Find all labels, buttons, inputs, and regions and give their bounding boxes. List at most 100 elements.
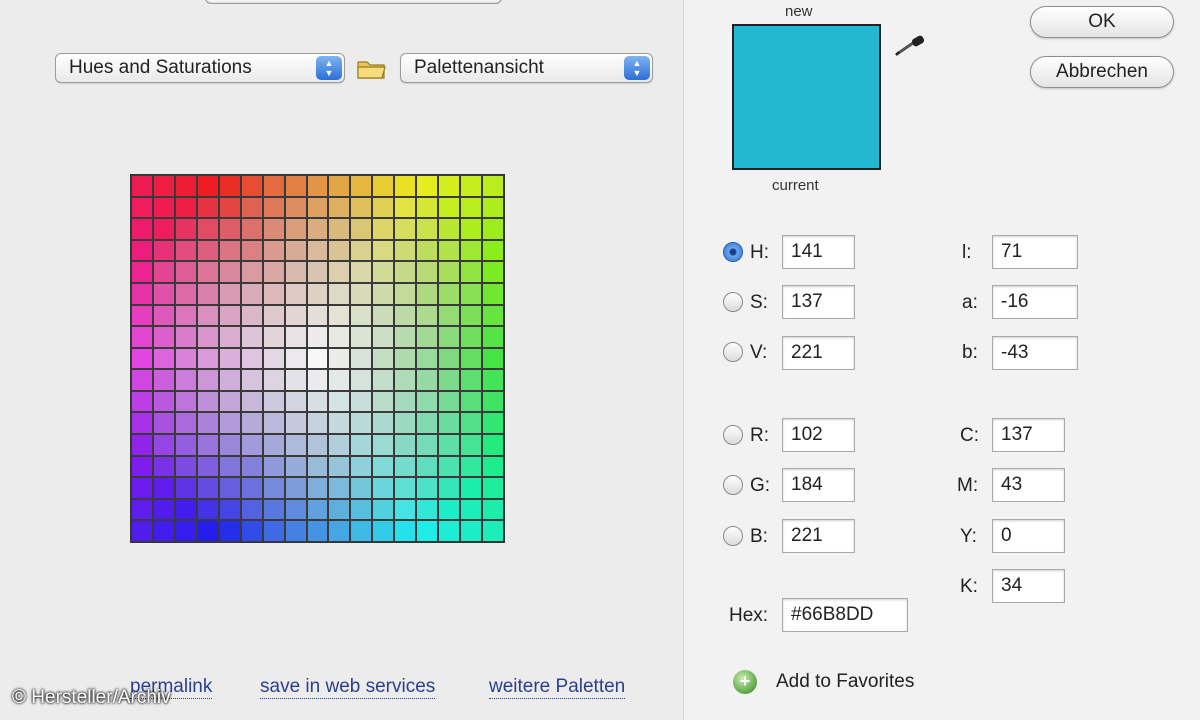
palette-swatch-cell[interactable] [482, 261, 504, 283]
palette-swatch-cell[interactable] [152, 326, 175, 348]
view-mode-popup[interactable]: Palettenansicht ▲ ▼ [400, 53, 653, 83]
top-text-field[interactable] [205, 0, 502, 4]
palette-swatch-cell[interactable] [284, 498, 307, 521]
palette-swatch-cell[interactable] [262, 390, 285, 413]
palette-swatch-cell[interactable] [196, 520, 219, 542]
palette-swatch-cell[interactable] [482, 347, 504, 370]
palette-swatch-cell[interactable] [460, 239, 483, 262]
palette-swatch-cell[interactable] [152, 175, 175, 197]
palette-swatch-cell[interactable] [306, 520, 329, 542]
palette-swatch-cell[interactable] [240, 498, 263, 521]
plus-circle-icon[interactable]: + [733, 670, 757, 694]
palette-swatch-cell[interactable] [240, 218, 263, 240]
palette-swatch-cell[interactable] [131, 326, 153, 348]
palette-swatch-cell[interactable] [350, 369, 373, 391]
palette-swatch-cell[interactable] [438, 304, 461, 327]
palette-swatch-cell[interactable] [460, 498, 483, 521]
palette-swatch-cell[interactable] [328, 455, 351, 478]
palette-swatch-cell[interactable] [174, 326, 197, 348]
palette-swatch-cell[interactable] [394, 218, 417, 240]
palette-swatch-cell[interactable] [394, 390, 417, 413]
palette-swatch-cell[interactable] [482, 520, 504, 542]
palette-swatch-cell[interactable] [131, 520, 153, 542]
palette-swatch-cell[interactable] [240, 304, 263, 327]
palette-swatch-cell[interactable] [196, 239, 219, 262]
palette-swatch-cell[interactable] [284, 390, 307, 413]
palette-swatch-cell[interactable] [131, 477, 153, 499]
palette-swatch-cell[interactable] [131, 218, 153, 240]
palette-swatch-cell[interactable] [460, 196, 483, 219]
palette-swatch-cell[interactable] [482, 477, 504, 499]
palette-swatch-cell[interactable] [284, 261, 307, 283]
palette-swatch-cell[interactable] [174, 347, 197, 370]
m-field[interactable]: 43 [992, 468, 1065, 502]
palette-swatch-cell[interactable] [284, 304, 307, 327]
palette-swatch-cell[interactable] [131, 261, 153, 283]
palette-swatch-cell[interactable] [416, 455, 439, 478]
palette-swatch-cell[interactable] [262, 498, 285, 521]
palette-swatch-cell[interactable] [372, 477, 395, 499]
palette-swatch-cell[interactable] [218, 455, 241, 478]
palette-swatch-cell[interactable] [438, 369, 461, 391]
radio-b[interactable] [723, 526, 743, 546]
palette-swatch-cell[interactable] [262, 218, 285, 240]
palette-swatch-cell[interactable] [284, 477, 307, 499]
palette-swatch-cell[interactable] [152, 520, 175, 542]
palette-swatch-cell[interactable] [218, 218, 241, 240]
palette-swatch-cell[interactable] [328, 434, 351, 456]
palette-swatch-cell[interactable] [218, 347, 241, 370]
palette-swatch-cell[interactable] [372, 434, 395, 456]
palette-swatch-cell[interactable] [218, 520, 241, 542]
palette-swatch-cell[interactable] [152, 412, 175, 435]
y-field[interactable]: 0 [992, 519, 1065, 553]
palette-swatch-cell[interactable] [306, 369, 329, 391]
palette-swatch-cell[interactable] [218, 261, 241, 283]
palette-swatch-cell[interactable] [350, 520, 373, 542]
palette-swatch-cell[interactable] [240, 369, 263, 391]
palette-swatch-cell[interactable] [438, 218, 461, 240]
palette-swatch-cell[interactable] [152, 477, 175, 499]
palette-swatch-cell[interactable] [131, 282, 153, 305]
palette-swatch-cell[interactable] [306, 498, 329, 521]
palette-swatch-cell[interactable] [438, 412, 461, 435]
palette-swatch-cell[interactable] [131, 390, 153, 413]
palette-swatch-cell[interactable] [240, 175, 263, 197]
palette-swatch-cell[interactable] [438, 282, 461, 305]
palette-swatch-cell[interactable] [460, 455, 483, 478]
lab-a-field[interactable]: -16 [992, 285, 1078, 319]
palette-swatch-cell[interactable] [372, 175, 395, 197]
palette-swatch-cell[interactable] [284, 347, 307, 370]
more-palettes-link[interactable]: weitere Paletten [489, 676, 626, 699]
palette-swatch-cell[interactable] [174, 520, 197, 542]
palette-swatch-cell[interactable] [262, 326, 285, 348]
lab-b-field[interactable]: -43 [992, 336, 1078, 370]
palette-swatch-cell[interactable] [218, 434, 241, 456]
palette-swatch-cell[interactable] [372, 304, 395, 327]
palette-swatch-cell[interactable] [196, 498, 219, 521]
palette-swatch-cell[interactable] [438, 434, 461, 456]
palette-swatch-cell[interactable] [394, 304, 417, 327]
palette-swatch-cell[interactable] [196, 282, 219, 305]
palette-swatch-cell[interactable] [460, 282, 483, 305]
palette-swatch-cell[interactable] [482, 412, 504, 435]
palette-swatch-cell[interactable] [416, 304, 439, 327]
palette-swatch-cell[interactable] [394, 434, 417, 456]
palette-swatch-cell[interactable] [416, 175, 439, 197]
radio-h[interactable] [723, 242, 743, 262]
palette-swatch-cell[interactable] [438, 239, 461, 262]
palette-swatch-cell[interactable] [284, 175, 307, 197]
palette-swatch-cell[interactable] [394, 282, 417, 305]
palette-swatch-cell[interactable] [196, 412, 219, 435]
palette-swatch-cell[interactable] [460, 434, 483, 456]
palette-swatch-cell[interactable] [416, 412, 439, 435]
g-field[interactable]: 184 [782, 468, 855, 502]
hex-field[interactable]: #66B8DD [782, 598, 908, 632]
palette-swatch-cell[interactable] [416, 261, 439, 283]
palette-swatch-cell[interactable] [131, 304, 153, 327]
palette-swatch-cell[interactable] [306, 304, 329, 327]
palette-swatch-cell[interactable] [262, 455, 285, 478]
palette-swatch-cell[interactable] [438, 390, 461, 413]
ok-button[interactable]: OK [1030, 6, 1174, 38]
palette-swatch-cell[interactable] [262, 261, 285, 283]
color-palette-grid[interactable] [130, 174, 505, 543]
